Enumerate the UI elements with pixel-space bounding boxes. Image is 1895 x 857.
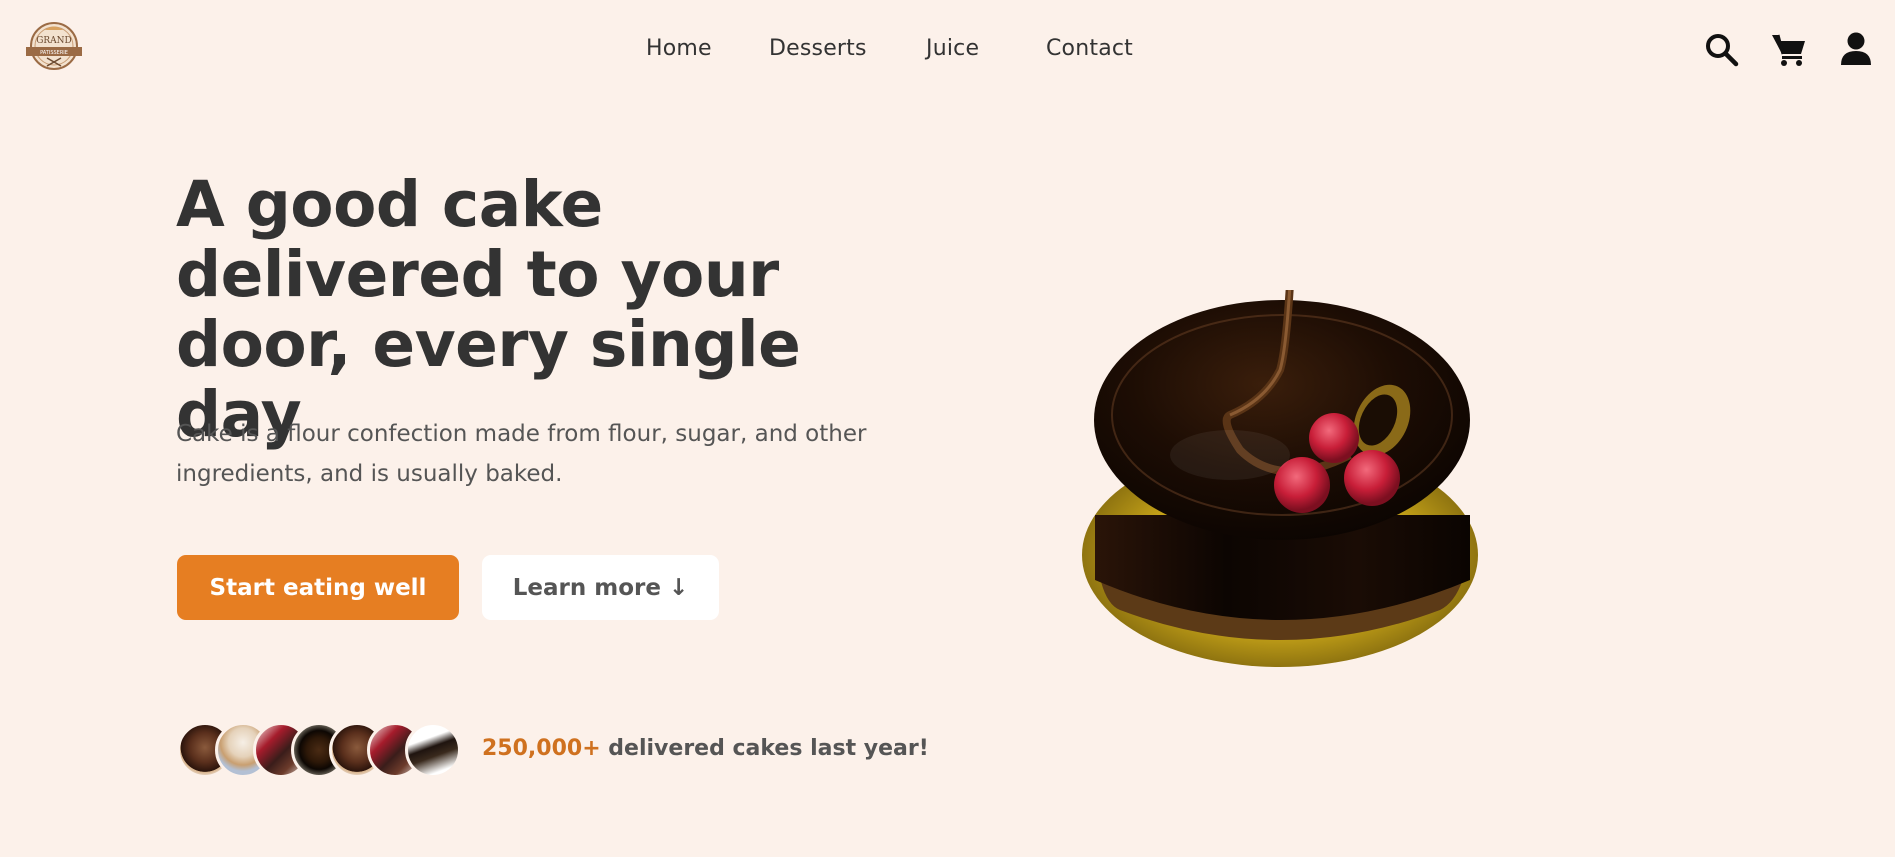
- brand-logo[interactable]: GRAND PATISSERIE: [21, 20, 87, 72]
- learn-more-button[interactable]: Learn more ↓: [482, 555, 719, 620]
- svg-text:PATISSERIE: PATISSERIE: [40, 50, 68, 56]
- search-icon[interactable]: [1704, 32, 1740, 68]
- nav-home[interactable]: Home: [646, 36, 712, 61]
- hero-description: Cake is a flour confection made from flo…: [176, 421, 867, 487]
- hero-title: A good cake delivered to your door, ever…: [176, 168, 801, 451]
- site-header: GRAND PATISSERIE Home Desserts Juice Con…: [0, 0, 1895, 100]
- delivered-stat: 250,000+ delivered cakes last year!: [482, 736, 929, 761]
- nav-desserts[interactable]: Desserts: [769, 36, 867, 61]
- user-icon[interactable]: [1838, 31, 1874, 67]
- avatar: [405, 722, 461, 778]
- cart-icon[interactable]: [1771, 32, 1807, 68]
- nav-juice[interactable]: Juice: [926, 36, 979, 61]
- hero-cake-image: [1080, 283, 1480, 690]
- svg-text:GRAND: GRAND: [36, 36, 72, 46]
- delivered-count: 250,000+: [482, 736, 601, 761]
- nav-contact[interactable]: Contact: [1046, 36, 1133, 61]
- start-eating-button[interactable]: Start eating well: [177, 555, 459, 620]
- delivered-text: delivered cakes last year!: [600, 736, 929, 761]
